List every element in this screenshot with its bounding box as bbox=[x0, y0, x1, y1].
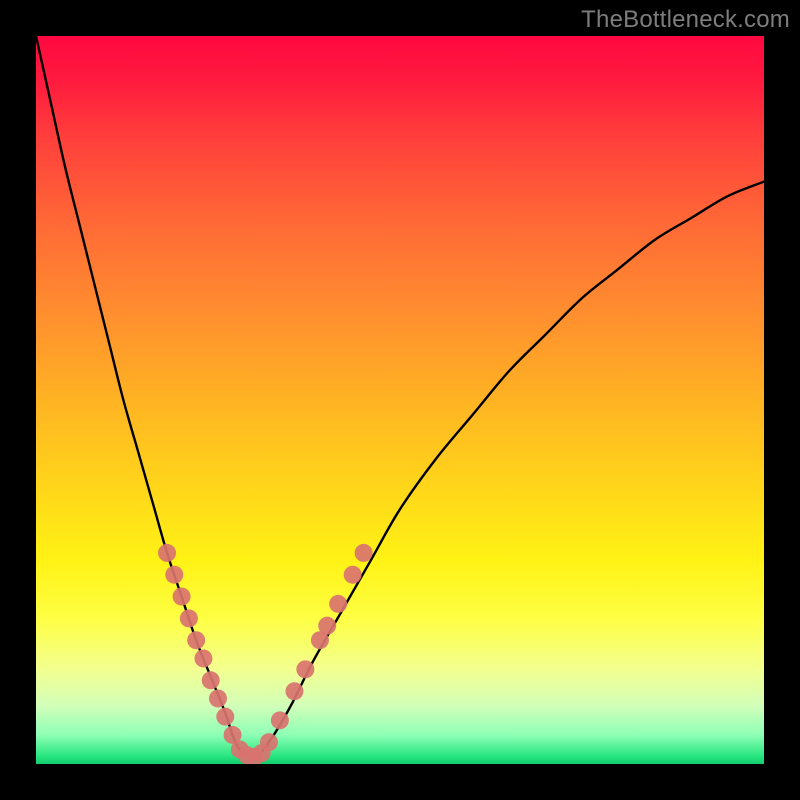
data-marker bbox=[285, 682, 303, 700]
bottleneck-curve bbox=[36, 36, 764, 757]
data-marker bbox=[260, 733, 278, 751]
curve-layer bbox=[36, 36, 764, 757]
chart-frame: TheBottleneck.com bbox=[0, 0, 800, 800]
plot-area bbox=[36, 36, 764, 764]
data-marker bbox=[158, 544, 176, 562]
data-marker bbox=[180, 609, 198, 627]
data-marker bbox=[194, 649, 212, 667]
data-marker bbox=[216, 708, 234, 726]
marker-layer bbox=[158, 544, 373, 764]
data-marker bbox=[329, 595, 347, 613]
watermark-text: TheBottleneck.com bbox=[581, 6, 790, 34]
data-marker bbox=[165, 566, 183, 584]
data-marker bbox=[202, 671, 220, 689]
data-marker bbox=[296, 660, 314, 678]
data-marker bbox=[187, 631, 205, 649]
data-marker bbox=[344, 566, 362, 584]
data-marker bbox=[355, 544, 373, 562]
data-marker bbox=[318, 617, 336, 635]
data-marker bbox=[173, 588, 191, 606]
data-marker bbox=[271, 711, 289, 729]
data-marker bbox=[209, 689, 227, 707]
chart-svg bbox=[36, 36, 764, 764]
